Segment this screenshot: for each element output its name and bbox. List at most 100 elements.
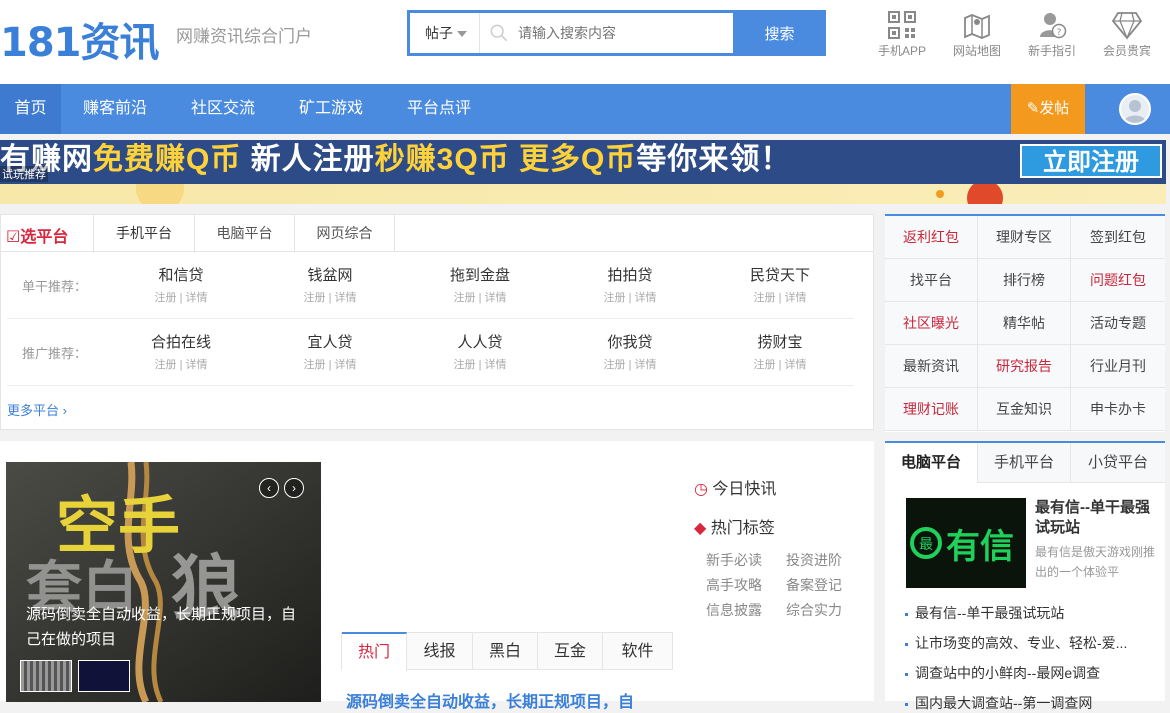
- detail-link[interactable]: 详情: [334, 292, 356, 304]
- platform-item[interactable]: 和信贷 注册 | 详情: [131, 264, 231, 305]
- register-link[interactable]: 注册: [304, 292, 326, 304]
- platform-item[interactable]: 捞财宝 注册 | 详情: [730, 331, 830, 372]
- platform-name[interactable]: 你我贷: [580, 331, 680, 352]
- featured-slider[interactable]: 空手 套白 狼 ‹ › 源码倒卖全自动收益，长期正规项目，自己在做的项目: [6, 462, 321, 702]
- slider-thumb[interactable]: [20, 660, 72, 692]
- register-link[interactable]: 注册: [155, 292, 177, 304]
- featured-platform-title[interactable]: 最有信--单干最强试玩站: [1035, 498, 1155, 538]
- promo-banner[interactable]: 有赚网免费赚Q币 新人注册秒赚3Q币 更多Q币等你来领！ 立即注册 试玩推荐: [0, 140, 1166, 204]
- platform-item[interactable]: 钱盆网 注册 | 详情: [280, 264, 380, 305]
- detail-link[interactable]: 详情: [634, 359, 656, 371]
- grid-link[interactable]: 互金知识: [978, 388, 1071, 431]
- platform-name[interactable]: 捞财宝: [730, 331, 830, 352]
- tab-loan-platform-right[interactable]: 小贷平台: [1071, 443, 1165, 483]
- register-link[interactable]: 注册: [604, 292, 626, 304]
- list-item[interactable]: 让市场变的高效、专业、轻松-爱...: [905, 633, 1127, 653]
- tab-pc-platform-right[interactable]: 电脑平台: [885, 443, 978, 483]
- register-link[interactable]: 注册: [754, 359, 776, 371]
- register-link[interactable]: 注册: [304, 359, 326, 371]
- grid-link[interactable]: 研究报告: [978, 345, 1071, 388]
- detail-link[interactable]: 详情: [484, 292, 506, 304]
- platform-item[interactable]: 民贷天下 注册 | 详情: [730, 264, 830, 305]
- grid-link[interactable]: 理财记账: [885, 388, 978, 431]
- search-button[interactable]: 搜索: [733, 10, 826, 56]
- slider-prev-button[interactable]: ‹: [259, 478, 279, 498]
- platform-name[interactable]: 民贷天下: [730, 264, 830, 285]
- tab-mobile-platform-right[interactable]: 手机平台: [978, 443, 1071, 483]
- platform-name[interactable]: 宜人贷: [280, 331, 380, 352]
- hot-tag[interactable]: 综合实力: [786, 600, 842, 620]
- grid-link[interactable]: 返利红包: [885, 216, 978, 259]
- detail-link[interactable]: 详情: [784, 292, 806, 304]
- tab-blacklist[interactable]: 黑白: [473, 633, 538, 670]
- list-item[interactable]: 调查站中的小鲜肉--最网e调查: [905, 663, 1100, 683]
- nav-item-home[interactable]: 首页: [0, 84, 61, 134]
- headline-link[interactable]: 源码倒卖全自动收益，长期正规项目，自: [346, 688, 634, 712]
- platform-item[interactable]: 拍拍贷 注册 | 详情: [580, 264, 680, 305]
- nav-item-mining-games[interactable]: 矿工游戏: [286, 84, 376, 134]
- platform-name[interactable]: 拖到金盘: [430, 264, 530, 285]
- post-button[interactable]: ✎发帖: [1011, 84, 1085, 134]
- hot-tag[interactable]: 备案登记: [786, 575, 842, 595]
- featured-platform-image[interactable]: 最 有信: [906, 498, 1026, 588]
- grid-link[interactable]: 精华帖: [978, 302, 1071, 345]
- hot-tag[interactable]: 高手攻略: [706, 575, 762, 595]
- quick-link-app[interactable]: 手机APP: [872, 10, 932, 59]
- quick-link-sitemap[interactable]: 网站地图: [947, 10, 1007, 59]
- platform-name[interactable]: 合拍在线: [131, 331, 231, 352]
- platform-item[interactable]: 人人贷 注册 | 详情: [430, 331, 530, 372]
- register-link[interactable]: 注册: [604, 359, 626, 371]
- grid-link[interactable]: 申卡办卡: [1071, 388, 1165, 431]
- grid-link[interactable]: 找平台: [885, 259, 978, 302]
- slider-next-button[interactable]: ›: [284, 478, 304, 498]
- detail-link[interactable]: 详情: [784, 359, 806, 371]
- nav-item-frontier[interactable]: 赚客前沿: [70, 84, 160, 134]
- list-item[interactable]: 国内最大调查站--第一调查网: [905, 693, 1092, 713]
- more-platforms-link[interactable]: 更多平台 ›: [7, 400, 67, 419]
- list-item[interactable]: 最有信--单干最强试玩站: [905, 603, 1064, 623]
- hot-tag[interactable]: 新手必读: [706, 550, 762, 570]
- grid-link[interactable]: 理财专区: [978, 216, 1071, 259]
- user-avatar[interactable]: [1119, 93, 1151, 125]
- detail-link[interactable]: 详情: [634, 292, 656, 304]
- register-link[interactable]: 注册: [454, 292, 476, 304]
- platform-name[interactable]: 和信贷: [131, 264, 231, 285]
- platform-name[interactable]: 人人贷: [430, 331, 530, 352]
- platform-item[interactable]: 拖到金盘 注册 | 详情: [430, 264, 530, 305]
- slider-caption[interactable]: 源码倒卖全自动收益，长期正规项目，自己在做的项目: [26, 602, 306, 652]
- grid-link[interactable]: 行业月刊: [1071, 345, 1165, 388]
- detail-link[interactable]: 详情: [185, 359, 207, 371]
- tab-mobile-platform[interactable]: 手机平台: [93, 215, 195, 253]
- grid-link[interactable]: 问题红包: [1071, 259, 1165, 302]
- nav-item-community[interactable]: 社区交流: [178, 84, 268, 134]
- slider-thumb[interactable]: [78, 660, 130, 692]
- tab-pc-platform[interactable]: 电脑平台: [195, 215, 295, 252]
- quick-link-guide[interactable]: ? 新手指引: [1022, 10, 1082, 59]
- quick-link-vip[interactable]: 会员贵宾: [1097, 10, 1157, 59]
- grid-link[interactable]: 排行榜: [978, 259, 1071, 302]
- grid-link[interactable]: 活动专题: [1071, 302, 1165, 345]
- platform-item[interactable]: 合拍在线 注册 | 详情: [131, 331, 231, 372]
- search-category-select[interactable]: 帖子: [410, 13, 480, 53]
- tab-web-platform[interactable]: 网页综合: [295, 215, 395, 252]
- today-news-link[interactable]: ◷ 今日快讯: [694, 475, 776, 499]
- register-link[interactable]: 注册: [454, 359, 476, 371]
- tab-software[interactable]: 软件: [603, 633, 672, 670]
- platform-name[interactable]: 拍拍贷: [580, 264, 680, 285]
- platform-item[interactable]: 你我贷 注册 | 详情: [580, 331, 680, 372]
- grid-link[interactable]: 社区曝光: [885, 302, 978, 345]
- nav-item-platform-review[interactable]: 平台点评: [394, 84, 484, 134]
- detail-link[interactable]: 详情: [484, 359, 506, 371]
- grid-link[interactable]: 签到红包: [1071, 216, 1165, 259]
- grid-link[interactable]: 最新资讯: [885, 345, 978, 388]
- tab-fintech[interactable]: 互金: [538, 633, 603, 670]
- platform-name[interactable]: 钱盆网: [280, 264, 380, 285]
- site-logo[interactable]: 181资讯: [0, 10, 159, 68]
- hot-tag[interactable]: 信息披露: [706, 600, 762, 620]
- tab-hot[interactable]: 热门: [342, 632, 407, 671]
- search-input[interactable]: [518, 13, 728, 53]
- banner-register-button[interactable]: 立即注册: [1020, 144, 1162, 178]
- register-link[interactable]: 注册: [155, 359, 177, 371]
- hot-tag[interactable]: 投资进阶: [786, 550, 842, 570]
- detail-link[interactable]: 详情: [185, 292, 207, 304]
